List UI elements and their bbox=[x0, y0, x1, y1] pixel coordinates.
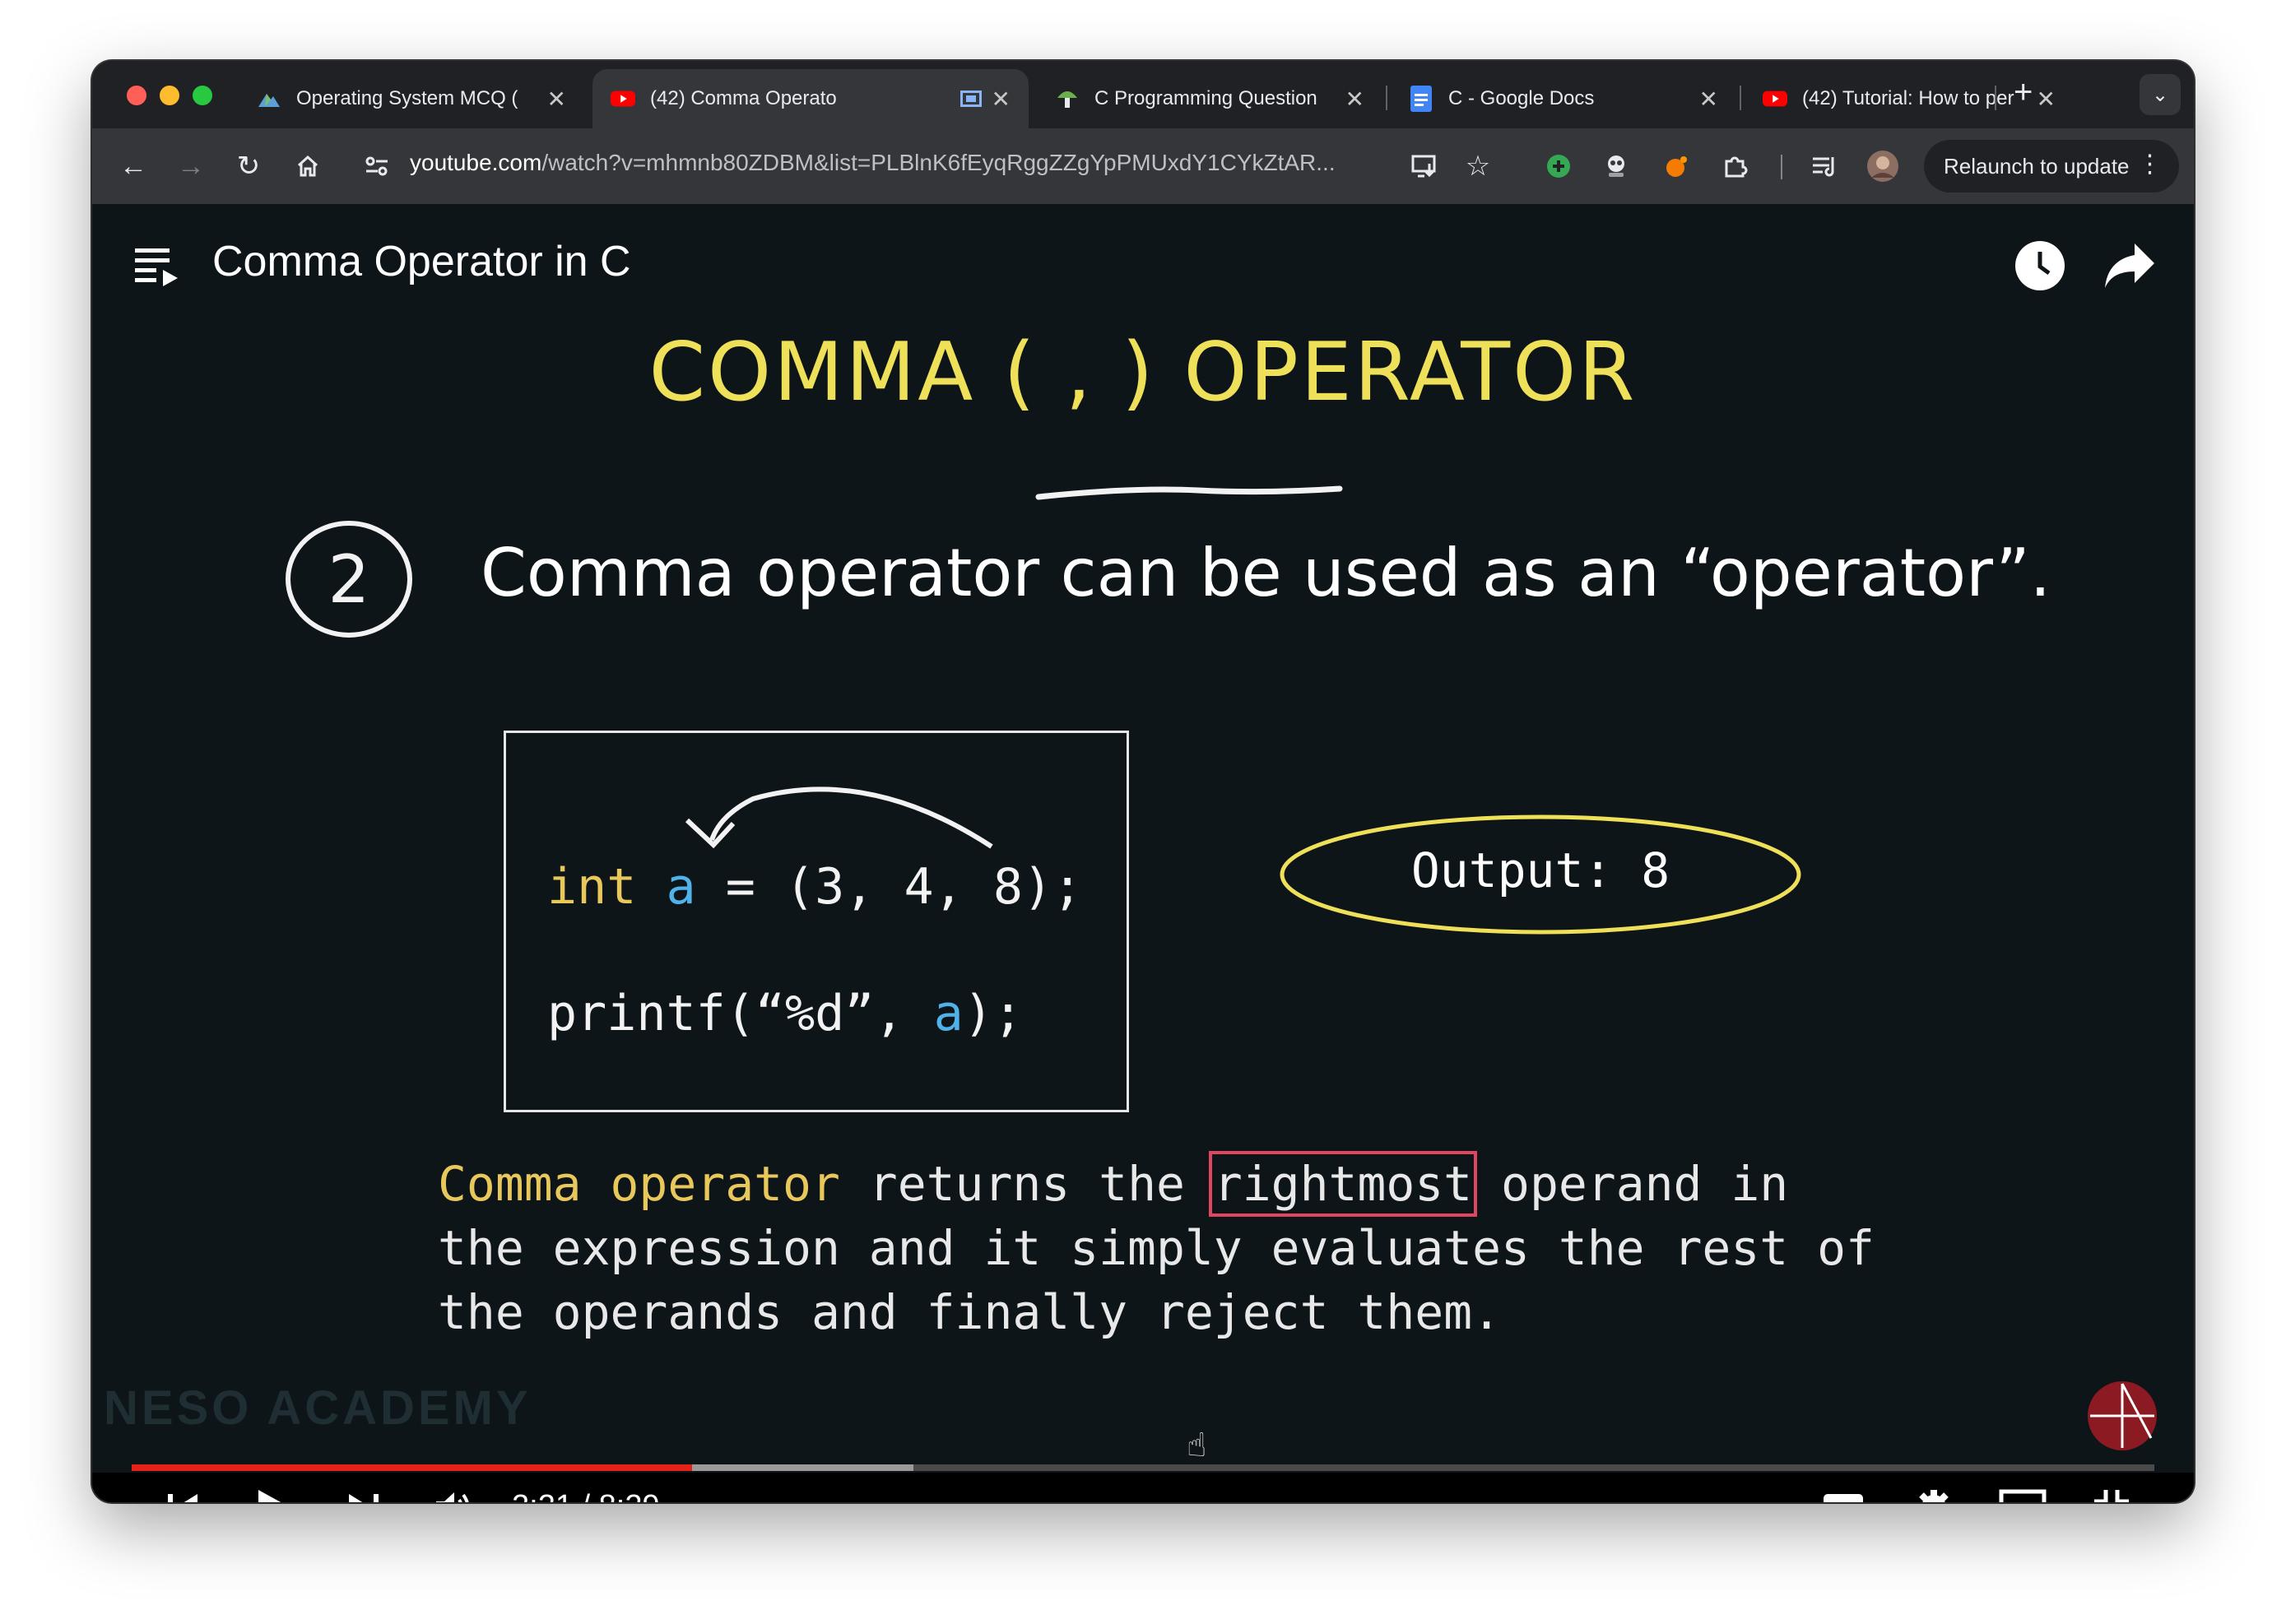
previous-icon[interactable] bbox=[158, 1482, 207, 1502]
point-number: 2 bbox=[328, 541, 370, 618]
tab-divider bbox=[1386, 86, 1387, 110]
slide-point-text: Comma operator can be used as an “operat… bbox=[481, 535, 2051, 611]
browser-window: Operating System MCQ ( ✕ (42) Comma Oper… bbox=[92, 61, 2194, 1502]
channel-logo-icon[interactable] bbox=[2087, 1380, 2158, 1451]
home-icon[interactable] bbox=[288, 146, 328, 186]
new-tab-icon[interactable]: + bbox=[2014, 74, 2033, 111]
tab-c-programming-question[interactable]: C Programming Question ✕ bbox=[1037, 69, 1382, 128]
desc-text: operand in bbox=[1472, 1156, 1789, 1212]
tab-title: C Programming Question bbox=[1094, 87, 1317, 109]
close-tab-icon[interactable]: ✕ bbox=[547, 86, 566, 113]
toolbar-divider bbox=[1781, 155, 1782, 179]
cast-icon bbox=[959, 90, 982, 107]
video-title[interactable]: Comma Operator in C bbox=[212, 237, 631, 286]
close-tab-icon[interactable]: ✕ bbox=[1699, 86, 1718, 113]
mountain-icon bbox=[257, 86, 281, 111]
slide-title: COMMA ( , ) OPERATOR bbox=[648, 326, 1638, 420]
desc-boxed-word: rightmost bbox=[1208, 1151, 1478, 1217]
bookmark-star-icon[interactable]: ☆ bbox=[1458, 146, 1498, 186]
forward-icon[interactable]: → bbox=[171, 146, 211, 186]
code-line-2: printf(“%d”, a); bbox=[547, 985, 1023, 1042]
point-number-circle: 2 bbox=[286, 521, 412, 638]
close-tab-icon[interactable]: ✕ bbox=[2037, 86, 2056, 113]
minimize-window-button[interactable] bbox=[160, 86, 179, 105]
output-text: Output: 8 bbox=[1410, 842, 1670, 898]
youtube-icon bbox=[611, 86, 635, 111]
chevron-down-icon[interactable]: ⌄ bbox=[1134, 1482, 1159, 1502]
code-line-1: int a = (3, 4, 8); bbox=[547, 858, 1082, 916]
relaunch-label: Relaunch to update bbox=[1944, 153, 2130, 179]
play-icon[interactable] bbox=[249, 1482, 298, 1502]
watermark-text: NESO ACADEMY bbox=[104, 1381, 532, 1435]
code-text: ); bbox=[963, 985, 1023, 1042]
volume-icon[interactable] bbox=[430, 1482, 479, 1502]
desc-text: returns the bbox=[839, 1156, 1214, 1212]
curved-arrow bbox=[685, 786, 993, 849]
video-player[interactable]: Comma Operator in C COMMA ( , ) OPERATOR… bbox=[92, 204, 2194, 1502]
desc-line-2: the expression and it simply evaluates t… bbox=[438, 1220, 1875, 1276]
install-app-icon[interactable] bbox=[1406, 146, 1445, 186]
tab-bar: Operating System MCQ ( ✕ (42) Comma Oper… bbox=[92, 61, 2194, 128]
tab-comma-operator[interactable]: (42) Comma Operato ✕ bbox=[592, 69, 1029, 128]
slide-description: Comma operator returns the rightmost ope… bbox=[438, 1151, 1875, 1344]
desc-highlight: Comma operator bbox=[438, 1156, 840, 1212]
tab-title: (42) Comma Operato bbox=[650, 87, 837, 109]
tab-divider bbox=[1995, 86, 1996, 110]
url-path: /watch?v=mhmnb80ZDBM&list=PLBlnK6fEyqRgg… bbox=[541, 150, 1336, 175]
close-tab-icon[interactable]: ✕ bbox=[992, 86, 1011, 113]
title-underline bbox=[1035, 485, 1343, 500]
mushroom-icon bbox=[1055, 86, 1080, 111]
desc-line-3: the operands and finally reject them. bbox=[438, 1284, 1502, 1340]
extensions-puzzle-icon[interactable] bbox=[1715, 146, 1754, 186]
watch-later-icon[interactable] bbox=[2014, 240, 2065, 291]
back-icon[interactable]: ← bbox=[114, 146, 153, 186]
tab-google-docs[interactable]: C - Google Docs ✕ bbox=[1391, 69, 1736, 128]
close-window-button[interactable] bbox=[127, 86, 146, 105]
code-keyword: int bbox=[547, 858, 637, 916]
captions-icon[interactable]: CC bbox=[1819, 1482, 1868, 1502]
tab-title: (42) Tutorial: How to per bbox=[1802, 87, 2014, 109]
playlist-icon[interactable] bbox=[135, 245, 179, 286]
code-variable: a bbox=[933, 985, 964, 1042]
player-controls: 2:21 / 8:29 ⌄ CC bbox=[92, 1473, 2194, 1502]
address-bar[interactable]: youtube.com/watch?v=mhmnb80ZDBM&list=PLB… bbox=[410, 150, 1336, 176]
site-settings-icon[interactable] bbox=[357, 146, 397, 186]
miniplayer-icon[interactable] bbox=[1998, 1482, 2047, 1502]
exit-fullscreen-icon[interactable] bbox=[2087, 1482, 2136, 1502]
settings-gear-icon[interactable] bbox=[1909, 1482, 1958, 1502]
code-box: int a = (3, 4, 8); printf(“%d”, a); bbox=[504, 731, 1129, 1112]
tab-divider bbox=[1740, 86, 1741, 110]
code-variable: a bbox=[666, 858, 696, 916]
time-display: 2:21 / 8:29 bbox=[512, 1489, 660, 1502]
reload-icon[interactable]: ↻ bbox=[229, 146, 268, 186]
tab-operating-system-mcq[interactable]: Operating System MCQ ( ✕ bbox=[239, 69, 584, 128]
close-tab-icon[interactable]: ✕ bbox=[1345, 86, 1364, 113]
extension-orange-icon[interactable] bbox=[1657, 146, 1697, 186]
mouse-cursor-icon: ☝ bbox=[1187, 1427, 1207, 1464]
tab-title: C - Google Docs bbox=[1448, 87, 1595, 109]
code-text: printf(“%d”, bbox=[547, 985, 934, 1042]
youtube-icon bbox=[1763, 86, 1787, 111]
progress-bar[interactable] bbox=[132, 1464, 2154, 1471]
next-icon[interactable] bbox=[339, 1482, 388, 1502]
browser-menu-icon[interactable]: ⋮ bbox=[2138, 150, 2163, 179]
code-text: = (3, 4, 8); bbox=[695, 858, 1083, 916]
extension-robot-icon[interactable] bbox=[1596, 146, 1636, 186]
extension-plus-icon[interactable] bbox=[1539, 146, 1578, 186]
media-queue-icon[interactable] bbox=[1805, 146, 1845, 186]
svg-text:CC: CC bbox=[1833, 1501, 1854, 1502]
share-icon[interactable] bbox=[2103, 242, 2156, 290]
browser-toolbar: ← → ↻ youtube.com/watch?v=mhmnb80ZDBM&li… bbox=[92, 128, 2194, 204]
maximize-window-button[interactable] bbox=[193, 86, 212, 105]
relaunch-to-update-button[interactable]: Relaunch to update ⋮ bbox=[1924, 140, 2179, 193]
profile-avatar[interactable] bbox=[1863, 146, 1903, 186]
tab-search-icon[interactable]: ⌄ bbox=[2140, 74, 2181, 115]
docs-icon bbox=[1409, 86, 1433, 112]
url-host: youtube.com bbox=[410, 150, 542, 175]
played-bar bbox=[132, 1464, 692, 1471]
tab-title: Operating System MCQ ( bbox=[296, 87, 518, 109]
